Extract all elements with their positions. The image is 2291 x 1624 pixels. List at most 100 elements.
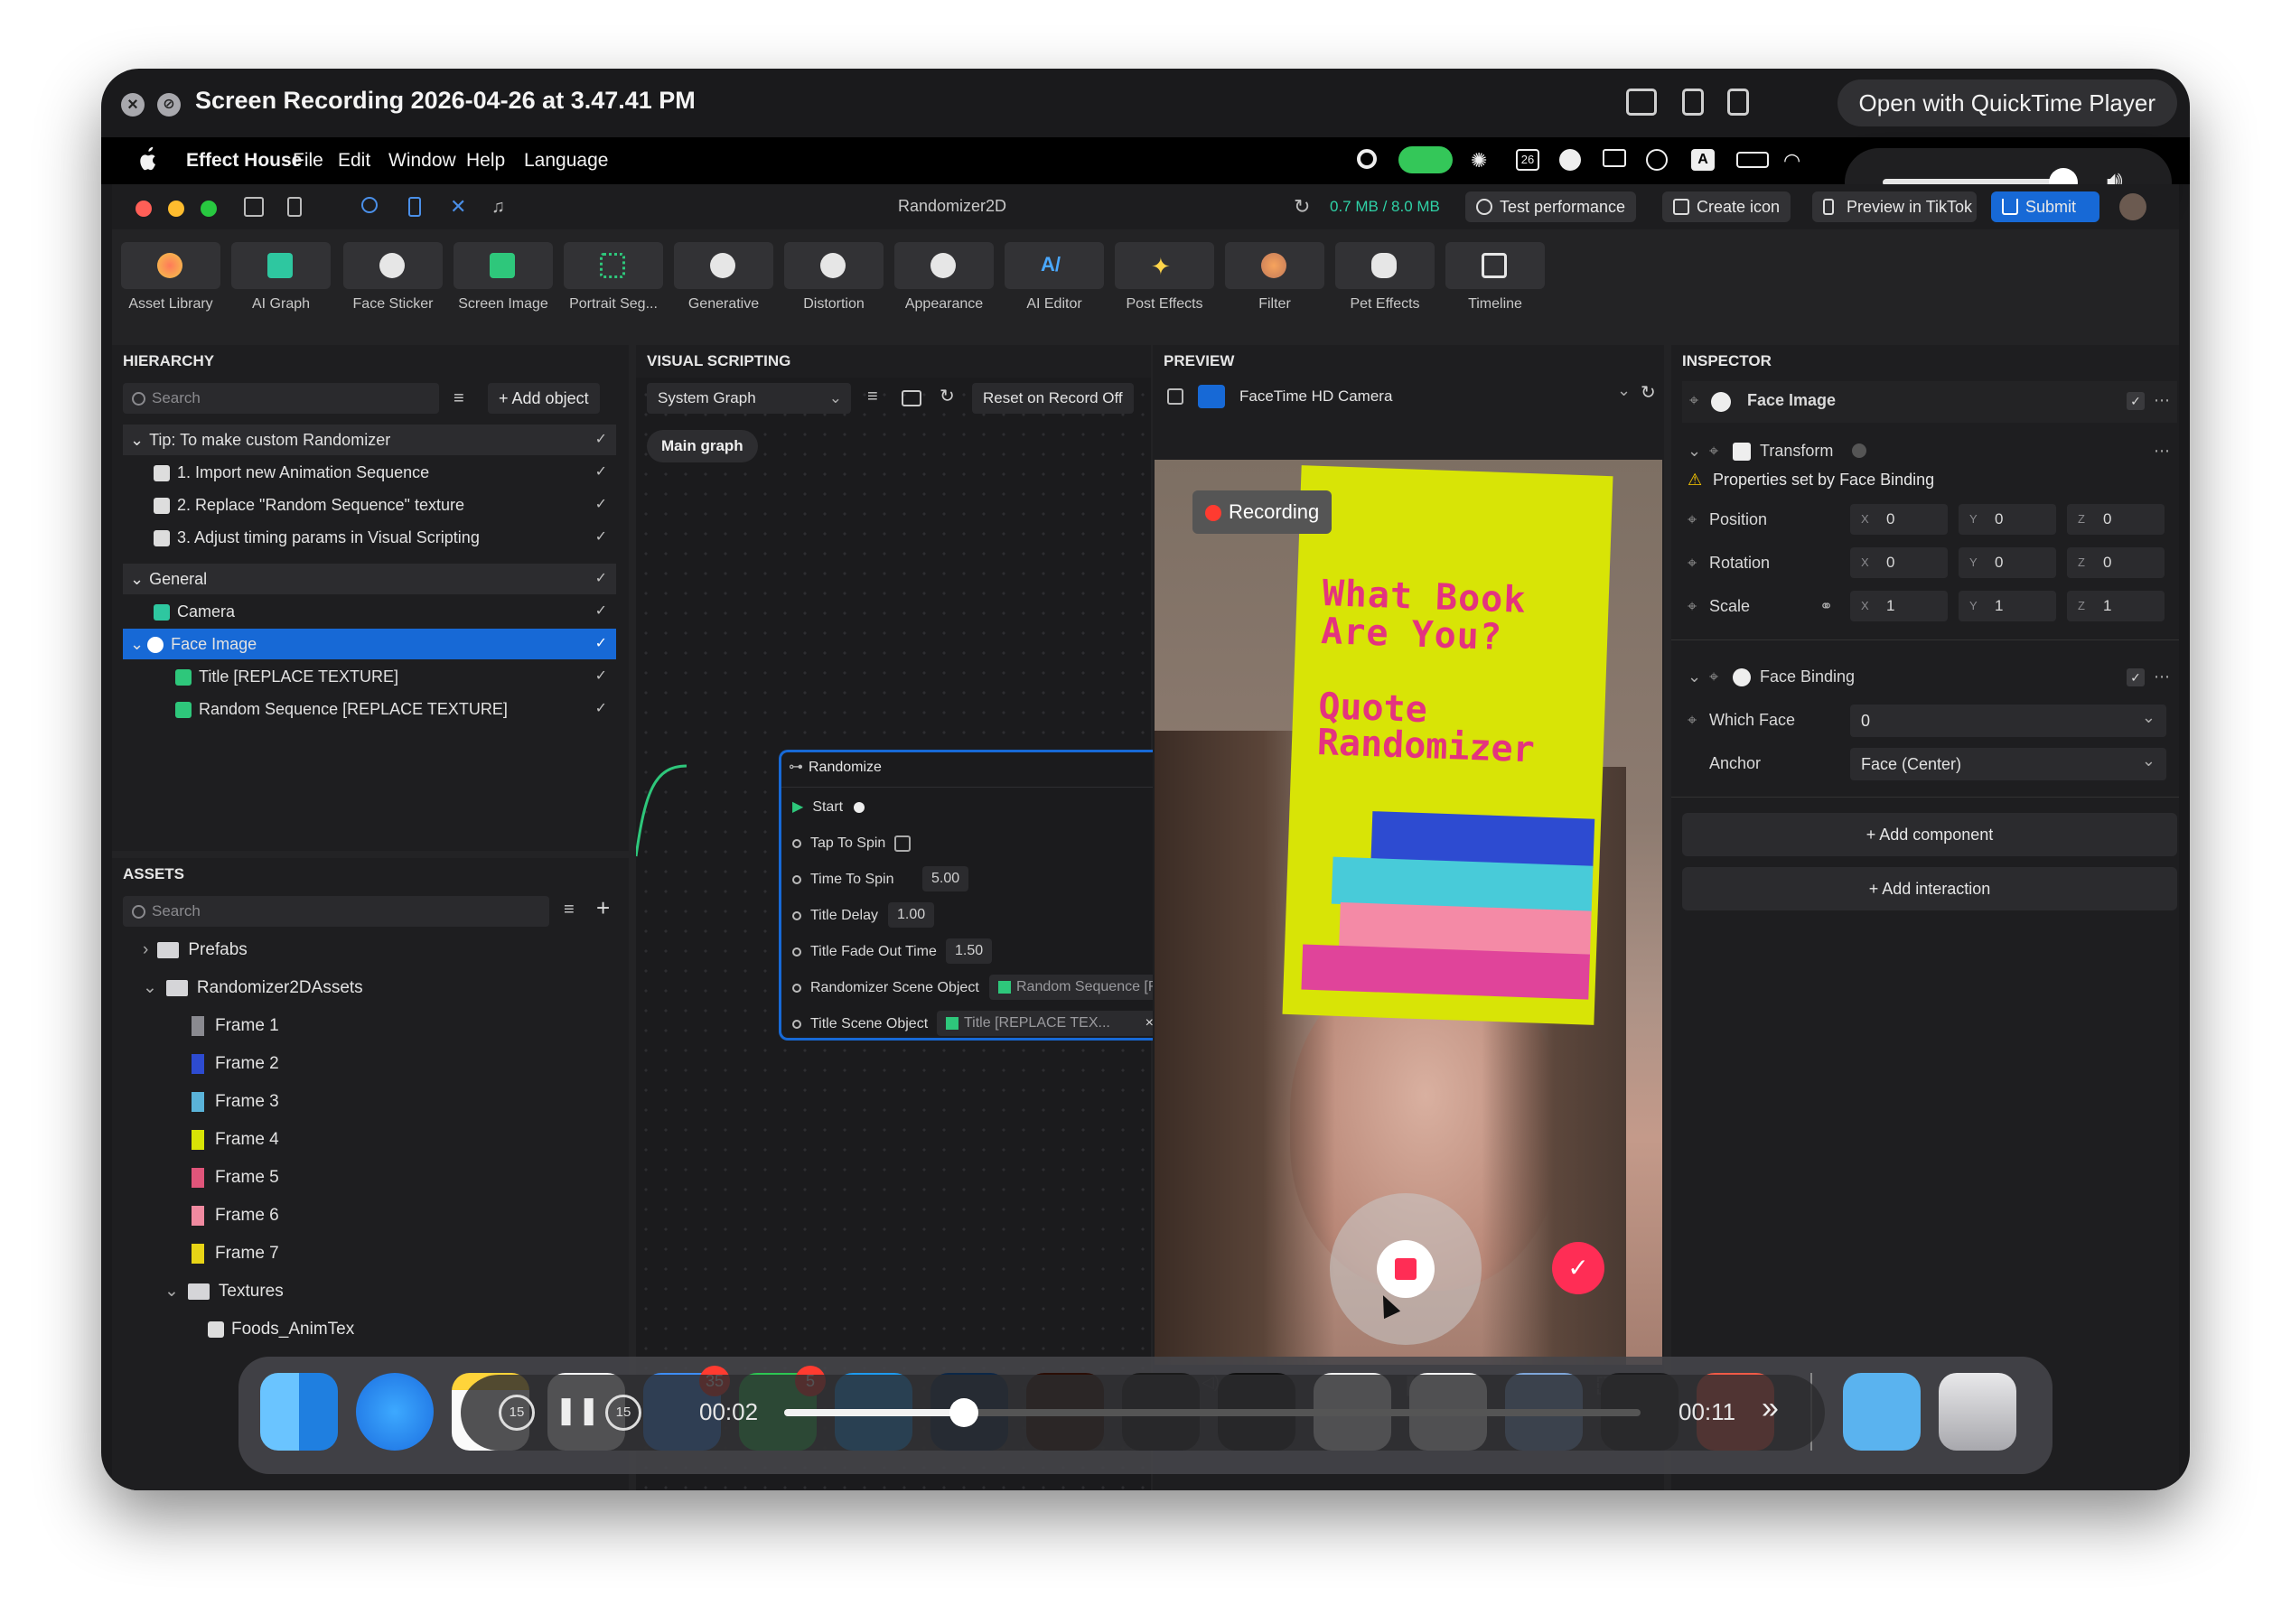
play-icon[interactable] [1646,149,1668,171]
skip-forward-icon[interactable]: 15 [605,1395,641,1431]
more-icon[interactable]: ⋯ [2154,658,2170,695]
position-x-input[interactable]: X0 [1850,504,1948,535]
chevron-down-icon[interactable]: ⌄ [123,431,149,449]
chevron-down-icon[interactable]: ⌄ [143,978,157,997]
record-status-icon[interactable] [1357,149,1377,169]
pause-icon[interactable]: ❚❚ [555,1395,600,1426]
hierarchy-row-random-sequence[interactable]: Random Sequence [REPLACE TEXTURE] ✓ [123,694,616,724]
pin-icon[interactable]: ⌖ [1709,658,1718,695]
time-to-spin-input[interactable]: 5.00 [922,866,969,891]
pin-icon[interactable]: ⌖ [1689,381,1698,419]
menu-language[interactable]: Language [524,150,608,172]
menu-file[interactable]: File [293,150,323,172]
pin-icon[interactable]: ⌖ [1688,587,1697,625]
assets-search-input[interactable]: Search [123,896,549,927]
downloads-folder-icon[interactable] [1843,1373,1921,1451]
asset-row-foods-animtex[interactable]: Foods_AnimTex [123,1311,616,1348]
asset-row-frame-4[interactable]: Frame 4 [123,1122,616,1158]
asset-row-frame-3[interactable]: Frame 3 [123,1084,616,1120]
open-with-quicktime-button[interactable]: Open with QuickTime Player [1837,79,2177,126]
stop-record-button[interactable] [1330,1193,1482,1345]
tool-distortion[interactable]: Distortion [784,242,884,313]
chevron-down-icon[interactable]: ⌄ [1688,658,1701,695]
tool-asset-library[interactable]: Asset Library [121,242,220,313]
enabled-checkbox[interactable]: ✓ [2127,668,2145,686]
title-object-field[interactable]: Title [REPLACE TEX... × [937,1011,1161,1036]
trash-icon[interactable] [1939,1373,2016,1451]
asset-row-prefabs[interactable]: › Prefabs [123,932,616,968]
node-tap-to-spin[interactable]: Tap To Spin [792,828,912,859]
hierarchy-row-step1[interactable]: 1. Import new Animation Sequence ✓ [123,457,616,488]
help-icon[interactable] [1852,443,1866,458]
display-icon[interactable] [1603,149,1626,167]
port-icon[interactable] [792,1019,801,1029]
add-asset-icon[interactable]: + [596,894,610,922]
chevron-down-icon[interactable]: ⌄ [1617,381,1631,400]
filter-icon[interactable]: ≡ [454,388,464,409]
refresh-icon[interactable]: ↻ [940,385,955,407]
camera-icon[interactable] [1198,385,1225,408]
visible-check-icon[interactable]: ✓ [595,457,607,488]
asset-row-randomizer2dassets[interactable]: ⌄ Randomizer2DAssets [123,970,616,1006]
navigation-icon[interactable] [1559,149,1581,171]
tool-portrait-seg[interactable]: Portrait Seg... [564,242,663,313]
hierarchy-row-title[interactable]: Title [REPLACE TEXTURE] ✓ [123,661,616,692]
brightness-icon[interactable]: ✺ [1471,149,1494,172]
node-start-port[interactable]: ▶ Start [792,792,865,823]
create-icon-button[interactable]: Create icon [1662,191,1791,222]
chevron-down-icon[interactable]: ⌄ [123,570,149,588]
hierarchy-row-general[interactable]: ⌄ General ✓ [123,564,616,594]
rotation-z-input[interactable]: Z0 [2067,547,2165,578]
keyboard-input-icon[interactable]: A [1691,149,1715,171]
battery-icon[interactable] [1736,152,1769,168]
node-header[interactable]: ⊶ Randomize [789,758,882,776]
confirm-button[interactable]: ✓ [1552,1242,1604,1294]
position-y-input[interactable]: Y0 [1959,504,2056,535]
tool-ai-graph[interactable]: AI Graph [231,242,331,313]
add-interaction-button[interactable]: + Add interaction [1682,867,2177,910]
which-face-select[interactable]: 0 [1850,701,2166,737]
minimize-icon[interactable]: ⊘ [157,93,181,117]
preview-in-tiktok-button[interactable]: Preview in TikTok [1812,191,1977,222]
face-binding-section-header[interactable]: ⌄ ⌖ Face Binding ✓ ⋯ [1682,658,2177,695]
pin-icon[interactable]: ⌖ [1688,544,1697,582]
camera-preview[interactable]: What Book Are You? Quote Randomizer Reco… [1155,460,1662,1365]
trim-icon[interactable] [1626,89,1657,116]
apple-icon[interactable] [137,146,159,172]
fast-forward-icon[interactable]: » [1762,1391,1779,1426]
chevron-right-icon[interactable]: › [143,940,148,959]
scale-x-input[interactable]: X1 [1850,591,1948,621]
hierarchy-row-step2[interactable]: 2. Replace "Random Sequence" texture ✓ [123,490,616,520]
list-icon[interactable]: ≡ [867,387,878,407]
close-icon[interactable]: × [121,93,145,117]
graph-select[interactable]: System Graph ⌄ [647,383,851,414]
menu-edit[interactable]: Edit [338,150,370,172]
hierarchy-row-tip[interactable]: ⌄ Tip: To make custom Randomizer ✓ [123,425,616,455]
hierarchy-search-input[interactable]: Search [123,383,439,414]
more-icon[interactable]: ⋯ [2154,381,2170,419]
tap-to-spin-checkbox[interactable] [894,835,912,852]
main-graph-tab[interactable]: Main graph [647,430,758,462]
visible-check-icon[interactable]: ✓ [595,694,607,724]
reset-on-record-toggle[interactable]: Reset on Record Off [972,383,1134,414]
copy-icon[interactable] [1167,388,1183,405]
chevron-down-icon[interactable]: ⌄ [164,1282,179,1301]
asset-row-textures[interactable]: ⌄ Textures [123,1274,616,1310]
menu-effect-house[interactable]: Effect House [186,150,302,172]
share-icon[interactable] [1727,89,1749,116]
visible-check-icon[interactable]: ✓ [595,490,607,520]
tool-face-sticker[interactable]: Face Sticker [343,242,443,313]
tool-pet-effects[interactable]: Pet Effects [1335,242,1435,313]
tool-filter[interactable]: Filter [1225,242,1324,313]
title-delay-input[interactable]: 1.00 [888,902,935,928]
tool-timeline[interactable]: Timeline [1445,242,1545,313]
test-performance-button[interactable]: Test performance [1465,191,1637,222]
scrubber-knob[interactable] [949,1398,979,1427]
chevron-down-icon[interactable]: ⌄ [123,635,147,653]
port-icon[interactable] [792,838,801,848]
menu-window[interactable]: Window [388,150,456,172]
add-component-button[interactable]: + Add component [1682,813,2177,856]
rotation-x-input[interactable]: X0 [1850,547,1948,578]
pin-icon[interactable]: ⌖ [1688,701,1697,739]
visible-check-icon[interactable]: ✓ [595,661,607,692]
